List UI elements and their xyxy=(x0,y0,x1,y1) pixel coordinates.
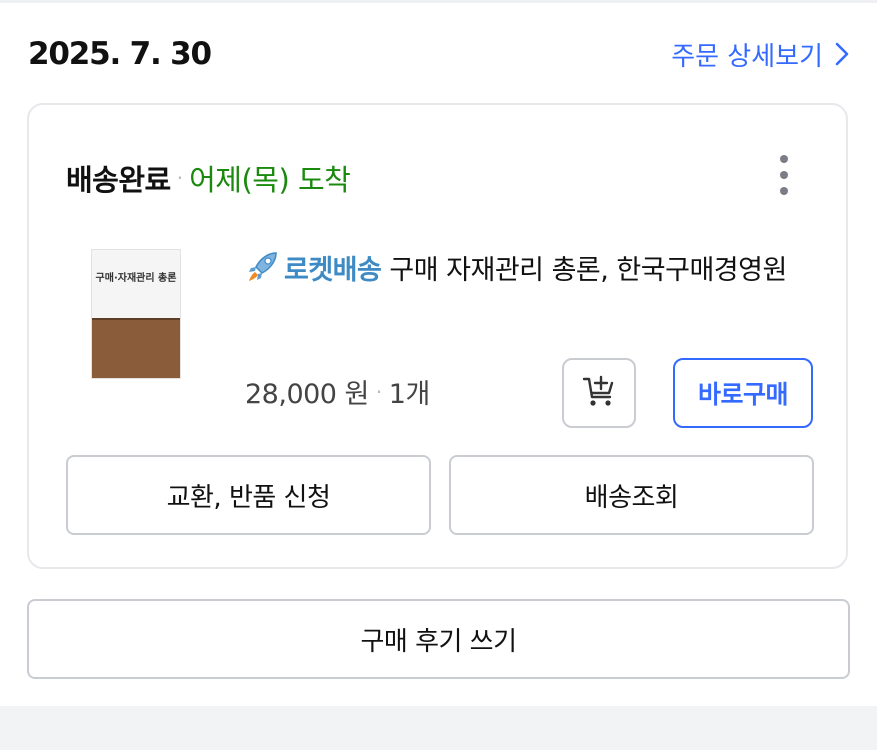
exchange-return-button[interactable]: 교환, 반품 신청 xyxy=(66,455,431,535)
order-card: 배송완료 · 어제(목) 도착 구매·자재관리 총론 로켓배송 구매 자재관리 총… xyxy=(27,103,848,569)
arrival-date: 어제(목) 도착 xyxy=(189,163,351,197)
rocket-delivery-badge: 로켓배송 xyxy=(284,255,382,286)
product-title-block[interactable]: 로켓배송 구매 자재관리 총론, 한국구매경영원 xyxy=(246,247,806,299)
track-delivery-button[interactable]: 배송조회 xyxy=(449,455,814,535)
product-title: 구매 자재관리 총론, 한국구매경영원 xyxy=(389,255,787,286)
product-price: 28,000 원 xyxy=(245,379,369,410)
buy-now-button[interactable]: 바로구매 xyxy=(673,358,813,428)
price-separator: · xyxy=(375,379,382,404)
product-quantity: 1개 xyxy=(388,379,431,410)
order-date: 2025. 7. 30 xyxy=(28,36,212,72)
add-to-cart-button[interactable] xyxy=(562,358,636,428)
kebab-menu-icon[interactable] xyxy=(778,155,790,195)
delivery-status: 배송완료 xyxy=(66,163,171,197)
price-row: 28,000 원 · 1개 xyxy=(245,372,430,411)
order-detail-link[interactable]: 주문 상세보기 xyxy=(671,36,849,73)
rocket-icon xyxy=(246,251,280,299)
product-thumbnail[interactable]: 구매·자재관리 총론 xyxy=(92,250,180,378)
thumbnail-title: 구매·자재관리 총론 xyxy=(95,273,177,284)
bottom-section-divider xyxy=(0,706,877,750)
top-divider xyxy=(0,0,877,3)
add-to-cart-icon xyxy=(581,373,617,413)
order-detail-label: 주문 상세보기 xyxy=(671,41,823,72)
chevron-right-icon xyxy=(835,42,849,66)
delivery-status-row: 배송완료 · 어제(목) 도착 xyxy=(66,157,351,199)
order-header: 2025. 7. 30 주문 상세보기 xyxy=(28,30,849,78)
status-separator: · xyxy=(176,166,184,190)
write-review-button[interactable]: 구매 후기 쓰기 xyxy=(27,599,850,679)
